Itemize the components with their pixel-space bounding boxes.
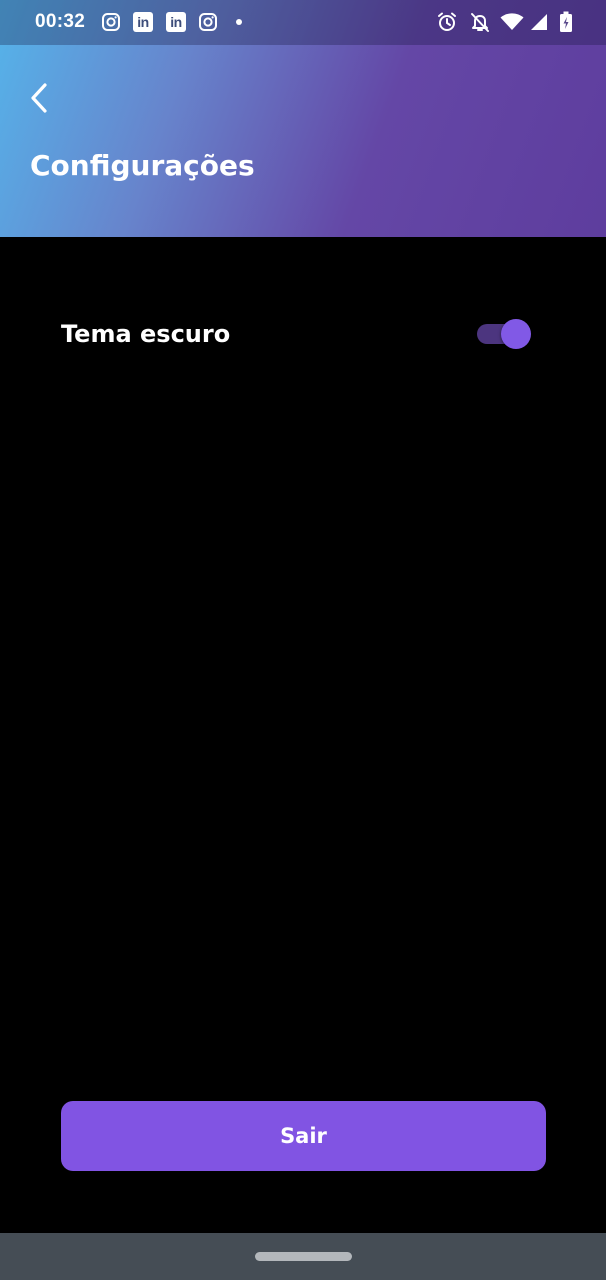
system-navigation-bar [0, 1233, 606, 1280]
settings-screen: 00:32 in in Configurações Tema escuro Sa… [0, 0, 606, 1280]
alarm-icon [438, 12, 456, 31]
page-title: Configurações [30, 149, 255, 182]
chevron-left-icon [31, 83, 47, 113]
toggle-thumb [501, 319, 531, 349]
linkedin-icon: in [166, 12, 186, 32]
signal-icon [531, 14, 547, 30]
dark-theme-setting-row: Tema escuro [61, 300, 536, 368]
status-time: 00:32 [35, 11, 86, 32]
app-header: 00:32 in in Configurações [0, 0, 606, 237]
dark-theme-toggle[interactable] [475, 318, 533, 350]
linkedin-icon: in [133, 12, 153, 32]
wifi-icon [500, 13, 524, 30]
notifications-off-icon [471, 13, 489, 32]
logout-button[interactable]: Sair [61, 1101, 546, 1171]
battery-charging-icon [560, 11, 572, 32]
instagram-icon [199, 13, 217, 31]
dark-theme-label: Tema escuro [61, 320, 231, 348]
back-button[interactable] [22, 78, 58, 118]
home-gesture-handle[interactable] [255, 1252, 352, 1261]
more-notifications-dot-icon [236, 19, 242, 25]
instagram-icon [102, 13, 120, 31]
status-bar: 00:32 in in [0, 0, 606, 45]
